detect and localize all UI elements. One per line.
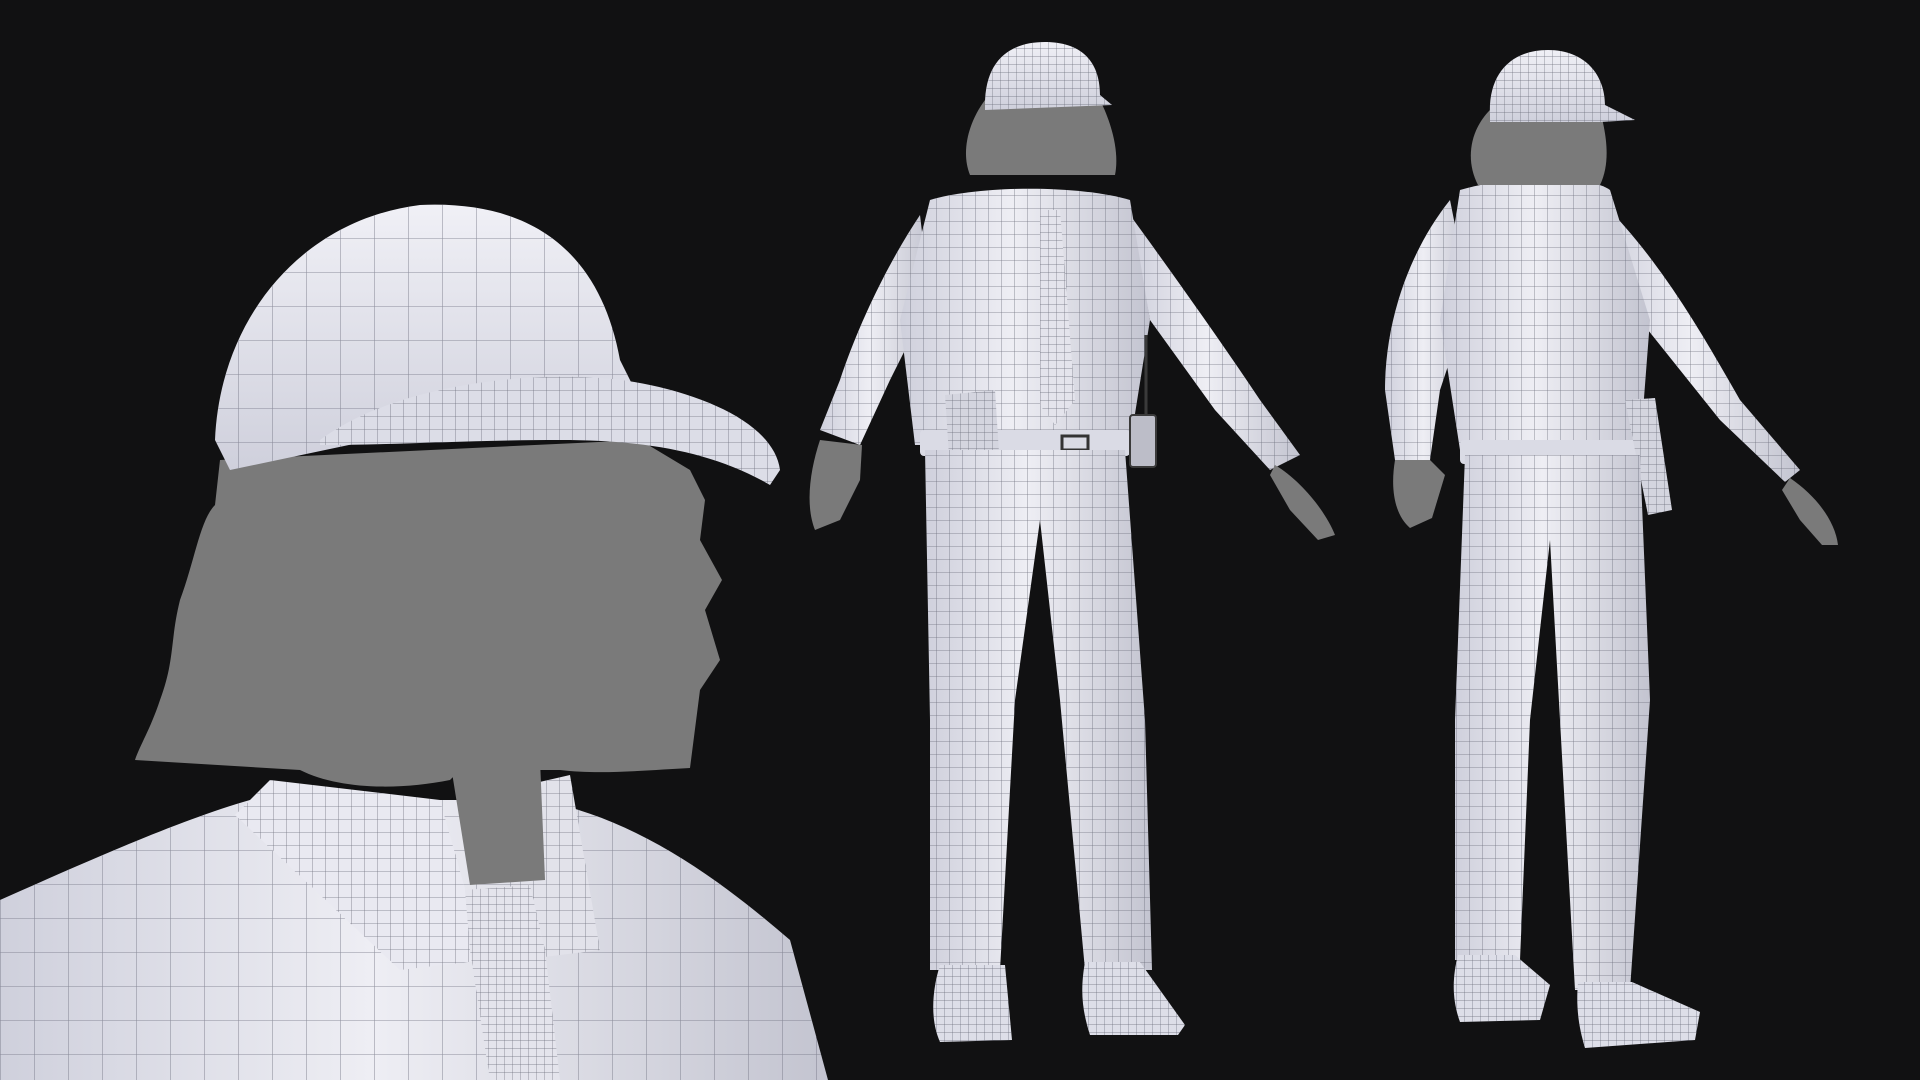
back-right-hand	[1782, 478, 1838, 545]
back-view-figure	[1385, 50, 1838, 1048]
front-view-figure	[809, 42, 1335, 1042]
left-hand	[809, 440, 862, 530]
radio	[1129, 414, 1157, 468]
right-hand	[1270, 465, 1335, 540]
front-hair	[965, 100, 1117, 175]
back-left-hand	[1393, 460, 1445, 528]
close-up-panel	[0, 204, 828, 1080]
wireframe-render	[0, 42, 1838, 1080]
hair-silhouette	[135, 440, 722, 787]
render-canvas	[0, 0, 1920, 1080]
